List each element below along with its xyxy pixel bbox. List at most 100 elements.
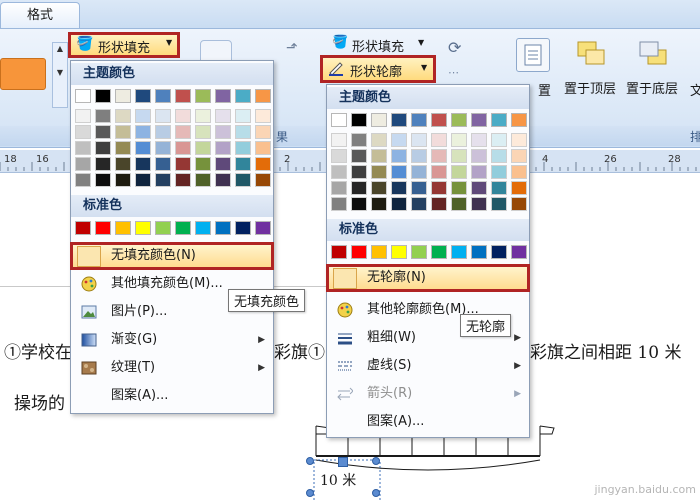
- standard-color-swatch[interactable]: [195, 221, 211, 235]
- theme-shade-swatch[interactable]: [471, 133, 487, 147]
- standard-color-swatch[interactable]: [95, 221, 111, 235]
- theme-shade-swatch[interactable]: [331, 165, 347, 179]
- selection-handle[interactable]: [306, 457, 314, 465]
- theme-color-swatch[interactable]: [155, 89, 171, 103]
- theme-shade-swatch[interactable]: [391, 197, 407, 211]
- theme-shade-swatch[interactable]: [135, 125, 151, 139]
- theme-color-swatch[interactable]: [331, 113, 347, 127]
- theme-shade-swatch[interactable]: [135, 157, 151, 171]
- standard-color-swatch[interactable]: [391, 245, 407, 259]
- theme-shade-swatch[interactable]: [235, 141, 251, 155]
- theme-color-swatch[interactable]: [75, 89, 91, 103]
- shape-style-preview[interactable]: [0, 58, 46, 90]
- send-to-back-button[interactable]: 置于底层: [626, 38, 690, 97]
- theme-shade-swatch[interactable]: [491, 165, 507, 179]
- theme-shade-swatch[interactable]: [175, 173, 191, 187]
- bring-to-front-button[interactable]: 置于顶层: [564, 38, 622, 97]
- theme-color-swatch[interactable]: [195, 89, 211, 103]
- theme-color-swatch[interactable]: [351, 113, 367, 127]
- theme-color-swatch[interactable]: [235, 89, 251, 103]
- theme-shade-swatch[interactable]: [215, 173, 231, 187]
- selection-handle[interactable]: [306, 489, 314, 497]
- theme-shade-swatch[interactable]: [511, 149, 527, 163]
- theme-shade-swatch[interactable]: [155, 125, 171, 139]
- align-icon[interactable]: ⋯: [448, 66, 459, 79]
- theme-shade-swatch[interactable]: [95, 173, 111, 187]
- theme-shade-swatch[interactable]: [135, 173, 151, 187]
- theme-shade-swatch[interactable]: [431, 165, 447, 179]
- theme-color-swatch[interactable]: [95, 89, 111, 103]
- selection-handle[interactable]: [338, 457, 348, 467]
- theme-shade-swatch[interactable]: [155, 157, 171, 171]
- shape-fill-button[interactable]: 🪣 形状填充 ▼: [68, 32, 180, 58]
- theme-shade-swatch[interactable]: [391, 165, 407, 179]
- theme-shade-swatch[interactable]: [95, 125, 111, 139]
- standard-color-swatch[interactable]: [75, 221, 91, 235]
- theme-shade-swatch[interactable]: [115, 173, 131, 187]
- theme-shade-swatch[interactable]: [451, 197, 467, 211]
- theme-color-swatch[interactable]: [215, 89, 231, 103]
- theme-shade-swatch[interactable]: [491, 197, 507, 211]
- theme-shade-swatch[interactable]: [491, 149, 507, 163]
- standard-color-swatch[interactable]: [255, 221, 271, 235]
- theme-shade-swatch[interactable]: [411, 181, 427, 195]
- theme-shade-swatch[interactable]: [175, 109, 191, 123]
- theme-color-swatch[interactable]: [491, 113, 507, 127]
- theme-shade-swatch[interactable]: [75, 125, 91, 139]
- theme-shade-swatch[interactable]: [511, 133, 527, 147]
- no-fill-item[interactable]: 无填充颜色(N): [70, 242, 274, 270]
- tab-format[interactable]: 格式: [0, 2, 80, 29]
- theme-shade-swatch[interactable]: [75, 157, 91, 171]
- theme-shade-swatch[interactable]: [431, 197, 447, 211]
- theme-shade-swatch[interactable]: [351, 165, 367, 179]
- theme-shade-swatch[interactable]: [511, 165, 527, 179]
- theme-shade-swatch[interactable]: [255, 141, 271, 155]
- theme-color-swatch[interactable]: [371, 113, 387, 127]
- theme-shade-swatch[interactable]: [431, 133, 447, 147]
- arrow-style-item[interactable]: 箭头(R) ▶: [327, 381, 529, 407]
- theme-shade-swatch[interactable]: [451, 181, 467, 195]
- theme-shade-swatch[interactable]: [411, 149, 427, 163]
- pattern-fill-item[interactable]: 图案(A)...: [71, 383, 273, 409]
- theme-shade-swatch[interactable]: [411, 197, 427, 211]
- standard-color-swatch[interactable]: [411, 245, 427, 259]
- style-gallery-scroll[interactable]: ▲ ▼: [52, 42, 68, 108]
- theme-shade-swatch[interactable]: [371, 133, 387, 147]
- dash-style-item[interactable]: 虚线(S) ▶: [327, 353, 529, 379]
- selection-handle[interactable]: [372, 489, 380, 497]
- theme-shade-swatch[interactable]: [235, 157, 251, 171]
- theme-shade-swatch[interactable]: [511, 181, 527, 195]
- theme-shade-swatch[interactable]: [255, 157, 271, 171]
- theme-shade-swatch[interactable]: [451, 133, 467, 147]
- standard-color-swatch[interactable]: [451, 245, 467, 259]
- standard-color-swatch[interactable]: [135, 221, 151, 235]
- theme-shade-swatch[interactable]: [95, 141, 111, 155]
- standard-color-swatch[interactable]: [511, 245, 527, 259]
- standard-color-swatch[interactable]: [175, 221, 191, 235]
- theme-shade-swatch[interactable]: [175, 125, 191, 139]
- standard-color-swatch[interactable]: [235, 221, 251, 235]
- theme-shade-swatch[interactable]: [195, 125, 211, 139]
- standard-color-swatch[interactable]: [215, 221, 231, 235]
- theme-shade-swatch[interactable]: [195, 157, 211, 171]
- theme-shade-swatch[interactable]: [135, 141, 151, 155]
- theme-shade-swatch[interactable]: [371, 181, 387, 195]
- theme-shade-swatch[interactable]: [411, 133, 427, 147]
- theme-color-swatch[interactable]: [175, 89, 191, 103]
- theme-shade-swatch[interactable]: [391, 133, 407, 147]
- theme-shade-swatch[interactable]: [351, 133, 367, 147]
- no-outline-item[interactable]: 无轮廓(N): [326, 264, 530, 292]
- position-button[interactable]: 置: [516, 38, 551, 99]
- theme-shade-swatch[interactable]: [195, 109, 211, 123]
- standard-color-swatch[interactable]: [431, 245, 447, 259]
- theme-shade-swatch[interactable]: [195, 141, 211, 155]
- theme-shade-swatch[interactable]: [431, 149, 447, 163]
- standard-color-swatch[interactable]: [155, 221, 171, 235]
- theme-shade-swatch[interactable]: [155, 109, 171, 123]
- theme-shade-swatch[interactable]: [351, 149, 367, 163]
- theme-color-swatch[interactable]: [391, 113, 407, 127]
- theme-color-swatch[interactable]: [451, 113, 467, 127]
- theme-shade-swatch[interactable]: [471, 181, 487, 195]
- theme-color-swatch[interactable]: [255, 89, 271, 103]
- standard-color-swatch[interactable]: [115, 221, 131, 235]
